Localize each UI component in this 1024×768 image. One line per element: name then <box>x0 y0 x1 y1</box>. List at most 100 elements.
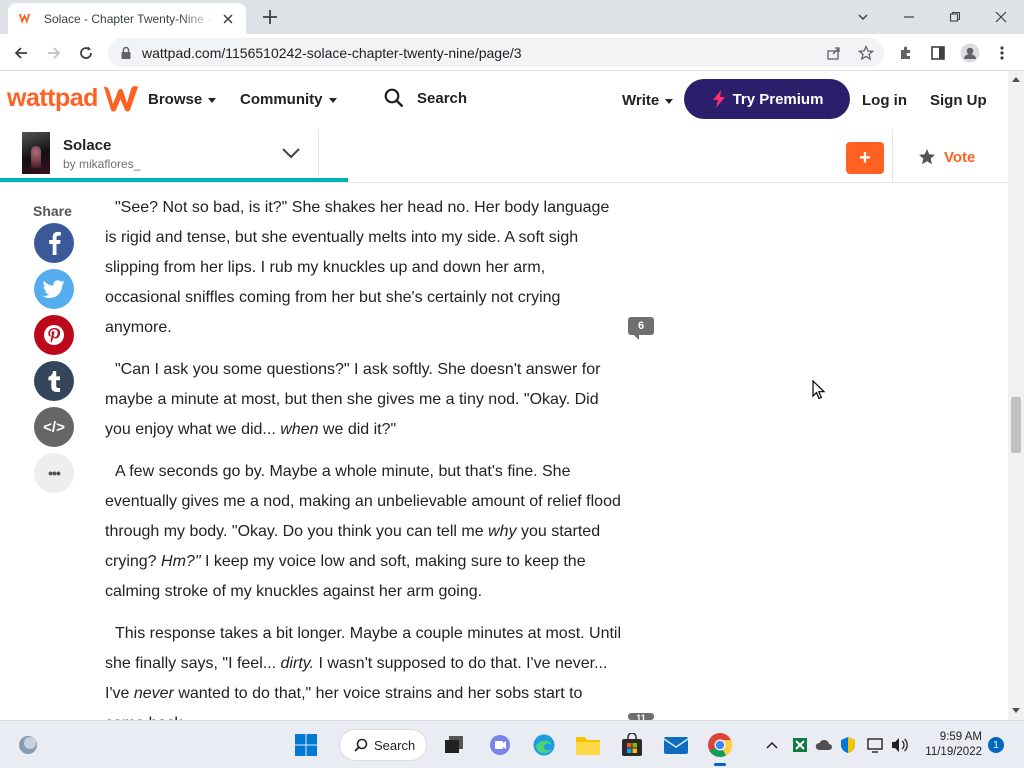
divider <box>318 129 319 177</box>
restore-icon[interactable] <box>932 0 978 34</box>
pinterest-icon <box>44 325 64 345</box>
taskbar-clock[interactable]: 9:59 AM 11/19/2022 <box>918 730 982 760</box>
tab-search-icon[interactable] <box>840 0 886 34</box>
network-icon[interactable] <box>864 731 888 759</box>
browser-tab-strip: Solace - Chapter Twenty-Nine - Page 3 <box>0 0 1024 34</box>
paragraph-comments-badge[interactable]: 6 <box>628 317 654 340</box>
share-page-icon[interactable] <box>826 45 842 61</box>
new-tab-icon[interactable] <box>258 7 282 27</box>
mail-icon[interactable] <box>662 731 690 759</box>
twitter-icon <box>43 280 65 298</box>
paragraph-comments-badge[interactable]: 11 <box>628 713 654 720</box>
browser-tab[interactable]: Solace - Chapter Twenty-Nine - Page 3 <box>8 3 246 34</box>
reading-progress-fill <box>0 178 348 182</box>
scroll-down-icon[interactable] <box>1012 708 1020 713</box>
site-search[interactable]: Search <box>384 88 467 108</box>
share-embed-button[interactable]: </> <box>34 407 74 447</box>
onedrive-icon[interactable] <box>812 731 836 759</box>
security-shield-icon[interactable] <box>836 731 860 759</box>
url-text: wattpad.com/1156510242-solace-chapter-tw… <box>142 44 522 61</box>
share-facebook-button[interactable] <box>34 223 74 263</box>
start-icon[interactable] <box>292 731 320 759</box>
mouse-cursor-icon <box>812 380 826 400</box>
search-icon <box>354 738 368 752</box>
story-paragraph[interactable]: "Can I ask you some questions?" I ask so… <box>105 355 625 445</box>
share-more-button[interactable]: ••• <box>34 453 74 493</box>
tray-app-icon[interactable] <box>788 731 812 759</box>
search-label: Search <box>417 89 468 107</box>
community-label: Community <box>240 91 323 108</box>
divider <box>892 129 893 183</box>
task-view-icon[interactable] <box>440 731 468 759</box>
edge-browser-icon[interactable] <box>530 731 558 759</box>
share-pinterest-button[interactable] <box>34 315 74 355</box>
side-panel-icon[interactable] <box>925 40 951 66</box>
share-tumblr-button[interactable] <box>34 361 74 401</box>
minimize-icon[interactable] <box>886 0 932 34</box>
page-scrollbar[interactable] <box>1008 71 1024 720</box>
tab-title: Solace - Chapter Twenty-Nine - Page 3 <box>44 11 214 26</box>
story-cover[interactable] <box>22 132 50 174</box>
lock-icon <box>121 46 131 59</box>
volume-icon[interactable] <box>888 731 912 759</box>
community-menu[interactable]: Community <box>240 91 337 108</box>
chapter-text: "See? Not so bad, is it?" She shakes her… <box>105 193 625 751</box>
extensions-icon[interactable] <box>893 40 919 66</box>
paragraph-text: we did it?" <box>318 421 397 438</box>
write-label: Write <box>622 92 660 109</box>
scrollbar-thumb[interactable] <box>1011 397 1021 453</box>
microsoft-store-icon[interactable] <box>618 731 646 759</box>
reading-progress-bar <box>0 178 1008 182</box>
emphasis-text: Hm?" <box>161 553 201 570</box>
profile-avatar-icon[interactable] <box>957 40 983 66</box>
story-paragraph[interactable]: A few seconds go by. Maybe a whole minut… <box>105 457 625 607</box>
reload-icon[interactable] <box>73 40 99 66</box>
star-icon <box>919 149 935 165</box>
chrome-menu-icon[interactable] <box>989 40 1015 66</box>
story-title[interactable]: Solace <box>63 137 111 154</box>
emphasis-text: when <box>280 421 319 438</box>
forward-icon[interactable] <box>41 40 67 66</box>
close-tab-icon[interactable] <box>220 11 236 27</box>
login-link[interactable]: Log in <box>862 92 907 109</box>
signup-link[interactable]: Sign Up <box>930 92 987 109</box>
emphasis-text: dirty. <box>280 655 315 672</box>
facebook-icon <box>49 231 61 255</box>
browse-menu[interactable]: Browse <box>148 91 217 108</box>
weather-widget-icon[interactable] <box>14 731 42 759</box>
story-author[interactable]: by mikaflores_ <box>63 157 140 171</box>
logo-wordmark: wattpad <box>7 83 98 112</box>
try-premium-button[interactable]: Try Premium <box>684 79 850 119</box>
share-twitter-button[interactable] <box>34 269 74 309</box>
wattpad-logo[interactable]: wattpad <box>7 83 140 113</box>
taskbar-search-label: Search <box>374 737 416 753</box>
premium-label: Try Premium <box>732 90 824 108</box>
vote-button[interactable]: Vote <box>918 148 975 166</box>
browse-label: Browse <box>148 91 203 108</box>
add-to-library-button[interactable]: + <box>846 142 884 174</box>
chrome-browser-icon[interactable] <box>706 731 734 759</box>
story-paragraph[interactable]: "See? Not so bad, is it?" She shakes her… <box>105 193 625 343</box>
write-menu[interactable]: Write <box>622 92 674 109</box>
site-header: wattpad Browse Community Search Write Tr… <box>0 71 1008 129</box>
clock-time: 9:59 AM <box>939 731 982 743</box>
chevron-down-icon <box>328 98 337 103</box>
taskbar-search[interactable]: Search <box>339 729 427 761</box>
notification-badge[interactable]: 1 <box>988 737 1004 753</box>
address-bar[interactable]: wattpad.com/1156510242-solace-chapter-tw… <box>108 38 884 67</box>
file-explorer-icon[interactable] <box>574 731 602 759</box>
teams-chat-icon[interactable] <box>486 731 514 759</box>
story-bar: Solace by mikaflores_ + Vote <box>0 129 1008 183</box>
signup-label: Sign Up <box>930 92 987 109</box>
chapter-dropdown-icon[interactable] <box>280 145 302 161</box>
back-icon[interactable] <box>8 40 34 66</box>
scroll-up-icon[interactable] <box>1012 77 1020 82</box>
cover-art <box>31 146 41 168</box>
bookmark-star-icon[interactable] <box>858 44 874 61</box>
show-hidden-icons-icon[interactable] <box>762 731 782 759</box>
tumblr-icon <box>48 371 61 392</box>
close-window-icon[interactable] <box>978 0 1024 34</box>
active-app-indicator <box>714 763 726 766</box>
windows-taskbar: Search 9:59 AM 11/19/2022 1 <box>0 720 1024 768</box>
search-icon <box>384 88 404 108</box>
